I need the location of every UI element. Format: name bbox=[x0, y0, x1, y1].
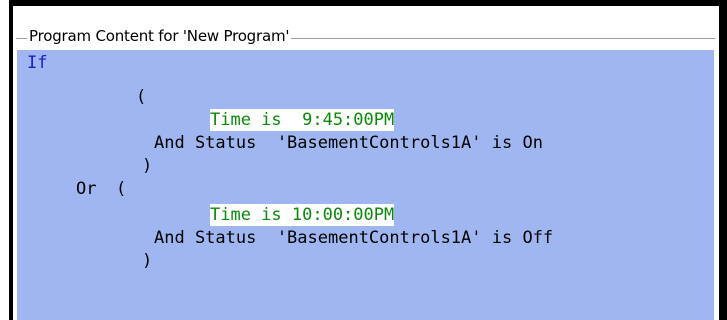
condition-time-1[interactable]: Time is 9:45:00PM bbox=[210, 109, 395, 131]
open-paren-1[interactable]: ( bbox=[136, 86, 146, 108]
if-keyword[interactable]: If bbox=[27, 52, 47, 74]
outer-margin bbox=[0, 0, 9, 320]
panel-border-right bbox=[719, 0, 727, 320]
groupbox-title: Program Content for 'New Program' bbox=[27, 27, 292, 45]
close-paren-1[interactable]: ) bbox=[142, 155, 152, 177]
condition-status-1[interactable]: And Status 'BasementControls1A' is On bbox=[154, 132, 543, 154]
condition-status-2[interactable]: And Status 'BasementControls1A' is Off bbox=[154, 227, 553, 249]
program-code-editor[interactable]: If ( Time is 9:45:00PM And Status 'Basem… bbox=[17, 50, 714, 320]
condition-time-2[interactable]: Time is 10:00:00PM bbox=[210, 204, 395, 226]
or-keyword[interactable]: Or bbox=[76, 178, 96, 200]
open-paren-2[interactable]: ( bbox=[116, 178, 126, 200]
program-content-window: Program Content for 'New Program' If ( T… bbox=[0, 0, 727, 320]
close-paren-2[interactable]: ) bbox=[142, 250, 152, 272]
